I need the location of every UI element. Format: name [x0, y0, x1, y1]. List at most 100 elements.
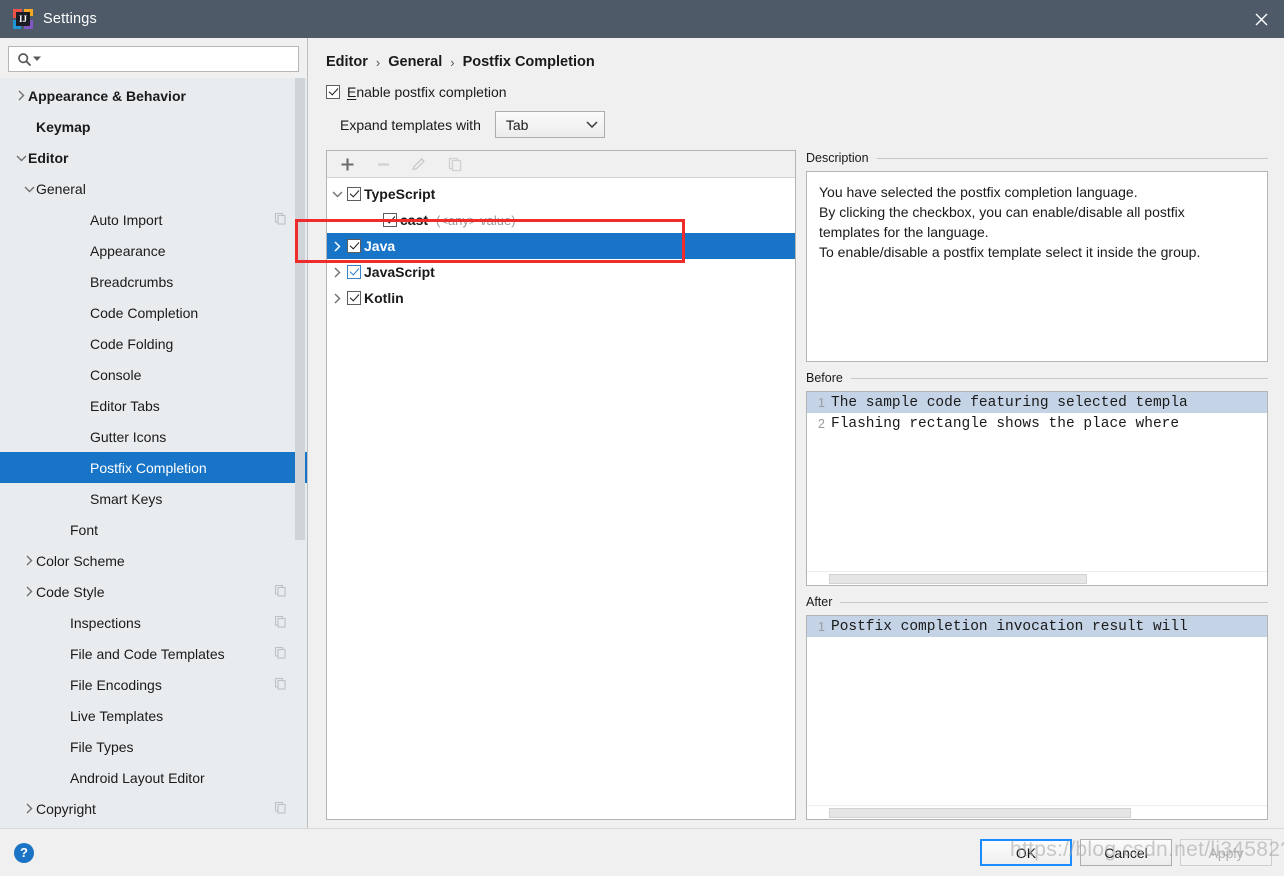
sidebar-item-label: Editor Tabs	[90, 397, 160, 414]
chevron-right-icon[interactable]	[22, 803, 36, 814]
sidebar-item-general[interactable]: General	[0, 173, 307, 204]
template-tree[interactable]: TypeScript cast (<any> value) Java JavaScrip…	[327, 178, 795, 819]
chevron-right-icon[interactable]	[327, 292, 347, 304]
chevron-down-icon	[33, 56, 41, 61]
expand-templates-row: Expand templates with Tab	[340, 111, 1268, 138]
sidebar-item-breadcrumbs[interactable]: Breadcrumbs	[0, 266, 307, 297]
template-checkbox-typescript[interactable]	[347, 187, 361, 201]
chevron-down-icon	[586, 121, 598, 129]
add-template-button[interactable]	[337, 154, 357, 174]
sidebar-item-gutter-icons[interactable]: Gutter Icons	[0, 421, 307, 452]
sidebar-item-appearance[interactable]: Appearance	[0, 235, 307, 266]
after-hscrollbar-thumb[interactable]	[829, 808, 1131, 818]
chevron-right-icon[interactable]	[22, 555, 36, 566]
expand-templates-label: Expand templates with	[340, 116, 481, 133]
chevron-right-icon[interactable]	[327, 240, 347, 252]
search-input[interactable]	[41, 48, 298, 70]
template-tree-row-javascript[interactable]: JavaScript	[327, 259, 795, 285]
template-tree-row-java[interactable]: Java	[327, 233, 795, 259]
sidebar-item-auto-import[interactable]: Auto Import	[0, 204, 307, 235]
sidebar-item-android-layout-editor[interactable]: Android Layout Editor	[0, 762, 307, 793]
sidebar-item-label: Copyright	[36, 800, 96, 817]
template-tree-row-typescript[interactable]: TypeScript	[327, 181, 795, 207]
close-icon[interactable]	[1238, 0, 1284, 38]
before-group: Before 1 The sample code featuring select…	[806, 370, 1268, 586]
sidebar-item-appearance-behavior[interactable]: Appearance & Behavior	[0, 80, 307, 111]
enable-postfix-completion-row[interactable]: Enable postfix completion	[326, 84, 507, 100]
sidebar-item-file-types[interactable]: File Types	[0, 731, 307, 762]
sidebar-item-label: Appearance	[90, 242, 166, 259]
sidebar-item-code-completion[interactable]: Code Completion	[0, 297, 307, 328]
breadcrumb-item-editor[interactable]: Editor	[326, 54, 368, 70]
sidebar-item-editor[interactable]: Editor	[0, 142, 307, 173]
template-checkbox-javascript[interactable]	[347, 265, 361, 279]
chevron-right-icon[interactable]	[327, 266, 347, 278]
sidebar-item-code-style[interactable]: Code Style	[0, 576, 307, 607]
sidebar-item-live-templates[interactable]: Live Templates	[0, 700, 307, 731]
sidebar-item-copyright[interactable]: Copyright	[0, 793, 307, 824]
template-checkbox-kotlin[interactable]	[347, 291, 361, 305]
after-code-line: 1 Postfix completion invocation result wi…	[807, 616, 1267, 637]
sidebar-item-color-scheme[interactable]: Color Scheme	[0, 545, 307, 576]
description-line: By clicking the checkbox, you can enable…	[819, 204, 1185, 220]
chevron-down-icon[interactable]	[14, 154, 28, 162]
after-title: After	[806, 595, 833, 609]
before-code-box: 1 The sample code featuring selected temp…	[806, 391, 1268, 586]
chevron-right-icon[interactable]	[22, 586, 36, 597]
chevron-down-icon[interactable]	[22, 185, 36, 193]
sidebar-scroll-area: Appearance & Behavior Keymap Editor General…	[0, 78, 307, 828]
after-hscrollbar[interactable]	[807, 805, 1267, 819]
after-code-box: 1 Postfix completion invocation result wi…	[806, 615, 1268, 820]
before-title: Before	[806, 371, 843, 385]
breadcrumb-item-general[interactable]: General	[388, 54, 442, 70]
duplicate-icon	[274, 584, 287, 600]
duplicate-template-button[interactable]	[445, 154, 465, 174]
sidebar-item-smart-keys[interactable]: Smart Keys	[0, 483, 307, 514]
sidebar-item-label: File and Code Templates	[70, 645, 225, 662]
sidebar-item-label: Android Layout Editor	[70, 769, 205, 786]
template-row-label: Kotlin	[364, 290, 404, 306]
sidebar-item-label: Code Style	[36, 583, 105, 600]
before-hscrollbar-thumb[interactable]	[829, 574, 1087, 584]
sidebar-item-console[interactable]: Console	[0, 359, 307, 390]
sidebar-item-code-folding[interactable]: Code Folding	[0, 328, 307, 359]
apply-button[interactable]: Apply	[1180, 839, 1272, 866]
chevron-right-icon[interactable]	[14, 90, 28, 101]
sidebar-item-editor-tabs[interactable]: Editor Tabs	[0, 390, 307, 421]
before-hscrollbar[interactable]	[807, 571, 1267, 585]
chevron-down-icon[interactable]	[327, 190, 347, 198]
template-checkbox-cast[interactable]	[383, 213, 397, 227]
template-tree-pane: TypeScript cast (<any> value) Java JavaScrip…	[326, 150, 796, 820]
template-tree-row-cast[interactable]: cast (<any> value)	[327, 207, 795, 233]
template-checkbox-java[interactable]	[347, 239, 361, 253]
template-row-description: (<any> value)	[436, 212, 516, 228]
sidebar-scrollbar-thumb[interactable]	[295, 78, 305, 540]
sidebar-item-file-and-code-templates[interactable]: File and Code Templates	[0, 638, 307, 669]
sidebar-item-label: Console	[90, 366, 142, 383]
expand-templates-select[interactable]: Tab	[494, 111, 605, 138]
sidebar-item-font[interactable]: Font	[0, 514, 307, 545]
template-row-label: Java	[364, 238, 396, 254]
duplicate-icon	[274, 677, 287, 693]
remove-template-button[interactable]	[373, 154, 393, 174]
enable-postfix-completion-checkbox[interactable]	[326, 85, 340, 99]
search-icon	[17, 52, 41, 67]
breadcrumb-separator: ›	[375, 54, 381, 70]
line-number: 1	[818, 619, 825, 634]
cancel-button[interactable]: Cancel	[1080, 839, 1172, 866]
template-row-label: JavaScript	[364, 264, 435, 280]
sidebar-item-postfix-completion[interactable]: Postfix Completion	[0, 452, 307, 483]
ok-button[interactable]: OK	[980, 839, 1072, 866]
search-box[interactable]	[8, 46, 299, 72]
sidebar-item-inspections[interactable]: Inspections	[0, 607, 307, 638]
sidebar-item-file-encodings[interactable]: File Encodings	[0, 669, 307, 700]
sidebar-item-label: Editor	[28, 149, 69, 166]
breadcrumb-item-postfix-completion: Postfix Completion	[462, 54, 595, 70]
panes-container: TypeScript cast (<any> value) Java JavaScrip…	[326, 150, 1268, 828]
sidebar-item-label: Smart Keys	[90, 490, 163, 507]
edit-template-button[interactable]	[409, 154, 429, 174]
template-tree-row-kotlin[interactable]: Kotlin	[327, 285, 795, 311]
template-row-label: cast	[400, 212, 429, 228]
help-button[interactable]: ?	[14, 842, 34, 863]
sidebar-item-keymap[interactable]: Keymap	[0, 111, 307, 142]
